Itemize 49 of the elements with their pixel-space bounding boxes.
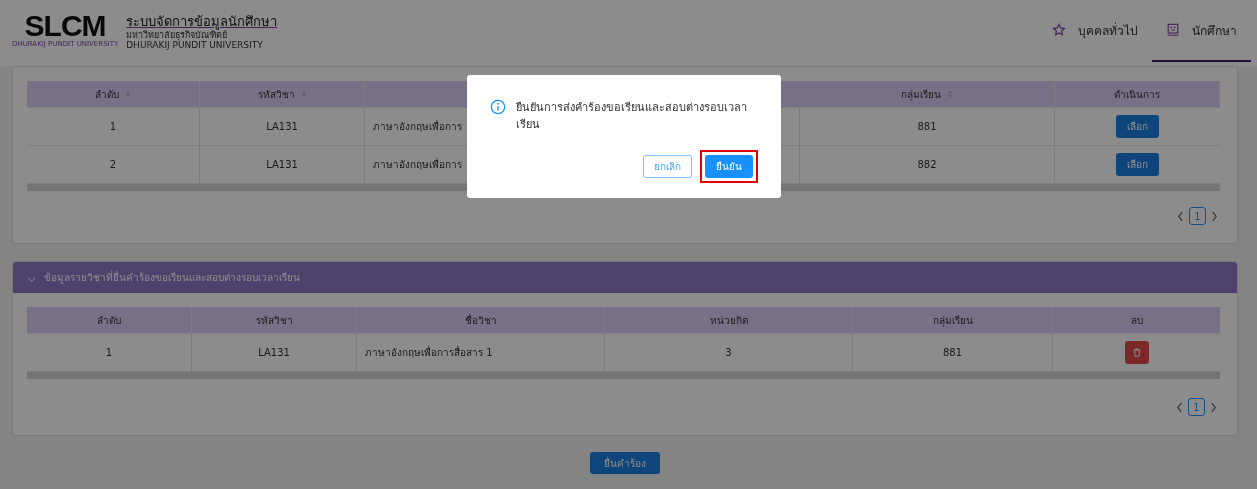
info-icon (490, 99, 506, 115)
table-cell: ภาษาอังกฤษเพื่อการสื่อสาร 1 (365, 345, 493, 360)
trash-icon (1131, 347, 1142, 358)
column-header: รหัสวิชา (255, 313, 293, 328)
university-name-thai: มหาวิทยาลัยธุรกิจบัณฑิตย์ (126, 30, 228, 40)
column-header: ชื่อวิชา (464, 312, 497, 328)
submit-request-button[interactable]: ยื่นคำร้อง (590, 452, 660, 474)
table-cell: 882 (917, 159, 937, 170)
table-cell: ภาษาอังกฤษเพื่อการ (373, 119, 462, 134)
chevron-left-icon[interactable] (1176, 401, 1183, 413)
table-cell: LA131 (266, 159, 298, 170)
horizontal-scrollbar[interactable] (27, 372, 1220, 379)
column-header: กลุ่มเรียน (901, 87, 941, 102)
delete-button[interactable] (1124, 341, 1149, 364)
table-cell: 1 (105, 347, 113, 358)
select-button[interactable]: เลือก (1116, 153, 1159, 176)
chevron-right-icon[interactable] (1210, 401, 1217, 413)
system-title-link[interactable]: ระบบจัดการข้อมูลนักศึกษา (126, 14, 278, 30)
table-cell: LA131 (258, 347, 290, 358)
table-cell: 881 (917, 121, 937, 132)
cancel-button[interactable]: ยกเลิก (643, 155, 692, 178)
table-cell: 3 (725, 347, 732, 358)
section-title: ข้อมูลรายวิชาที่ยื่นคำร้องขอเรียนและสอบต่างรอบเวลาเรียน (44, 270, 300, 285)
select-button[interactable]: เลือก (1116, 115, 1159, 138)
column-header: หน่วยกิต (709, 313, 748, 328)
column-header: รหัสวิชา (257, 87, 295, 102)
column-header: ลำดับ (95, 87, 119, 102)
dialog-message: ยืนยันการส่งคำร้องขอเรียนและสอบต่างรอบเวลาเรียน (516, 100, 748, 133)
page-number[interactable]: 1 (1189, 207, 1206, 225)
table-cell: 881 (942, 347, 963, 358)
chevron-right-icon[interactable] (1211, 210, 1218, 222)
university-name-english: DHURAKIJ PUNDIT UNIVERSITY (126, 40, 264, 50)
table-cell: LA131 (266, 121, 298, 132)
column-header: ดำเนินการ (1114, 87, 1160, 102)
table-cell: 1 (109, 121, 117, 132)
nav-tab[interactable]: บุคคลทั่วไป (1038, 0, 1152, 62)
section-header[interactable]: ข้อมูลรายวิชาที่ยื่นคำร้องขอเรียนและสอบต่างรอบเวลาเรียน (13, 262, 1237, 293)
column-header: ลบ (1130, 313, 1143, 328)
confirm-button[interactable]: ยืนยัน (705, 155, 753, 178)
chevron-left-icon[interactable] (1177, 210, 1184, 222)
page-number[interactable]: 1 (1188, 398, 1205, 416)
id-card-icon (1166, 23, 1180, 37)
star-icon (1052, 23, 1066, 37)
table-cell: ภาษาอังกฤษเพื่อการ (373, 157, 462, 172)
column-header: กลุ่มเรียน (932, 313, 973, 328)
column-header: ลำดับ (97, 313, 121, 328)
logo-text: SLCM (24, 12, 106, 40)
table-cell: 2 (109, 159, 117, 170)
nav-tab[interactable]: นักศึกษา (1152, 0, 1251, 62)
